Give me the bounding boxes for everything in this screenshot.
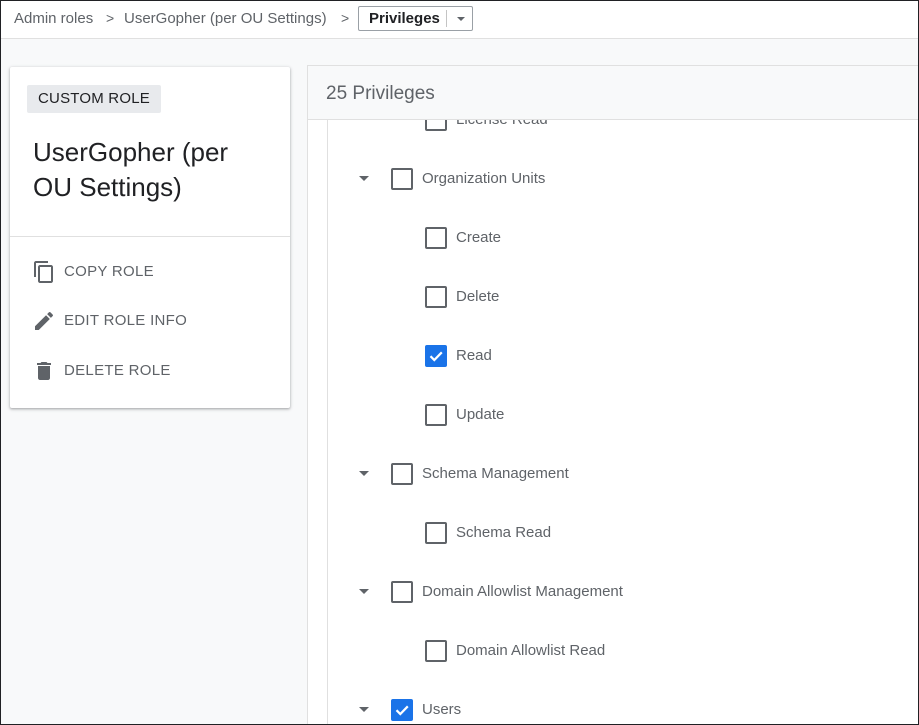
copy-role-button[interactable]: COPY ROLE <box>32 257 272 287</box>
privileges-count: 25 Privileges <box>326 83 435 104</box>
privilege-checkbox[interactable] <box>391 581 413 603</box>
delete-role-button[interactable]: DELETE ROLE <box>32 356 272 386</box>
privilege-label: Delete <box>456 288 500 305</box>
expand-caret-icon[interactable] <box>356 466 372 482</box>
privileges-header: 25 Privileges <box>308 66 918 120</box>
privilege-row: Schema Management <box>328 445 918 505</box>
role-card: CUSTOM ROLE UserGopher (per OU Settings)… <box>10 67 290 408</box>
edit-role-info-button[interactable]: EDIT ROLE INFO <box>32 306 272 336</box>
privilege-label: Create <box>456 229 502 246</box>
privilege-label: Organization Units <box>422 170 546 187</box>
dropdown-arrow-icon[interactable] <box>452 10 470 28</box>
privilege-checkbox[interactable] <box>425 227 447 249</box>
privilege-row: Create <box>328 209 918 269</box>
privilege-row: Delete <box>328 268 918 328</box>
breadcrumb-role-name[interactable]: UserGopher (per OU Settings) <box>124 10 327 27</box>
app-frame: Admin roles > UserGopher (per OU Setting… <box>0 0 919 725</box>
privilege-row: Update <box>328 386 918 446</box>
privilege-label: Schema Management <box>422 465 569 482</box>
check-icon <box>395 705 409 716</box>
privilege-row: Read <box>328 327 918 387</box>
privilege-checkbox[interactable] <box>391 168 413 190</box>
privilege-row: Organization Units <box>328 150 918 210</box>
privilege-row: License Read <box>328 120 918 151</box>
privilege-row: Schema Read <box>328 504 918 564</box>
privilege-checkbox[interactable] <box>391 699 413 721</box>
privilege-label: Domain Allowlist Read <box>456 642 606 659</box>
privilege-label: Update <box>456 406 505 423</box>
breadcrumb-admin-roles[interactable]: Admin roles <box>14 10 93 27</box>
role-title: UserGopher (per OU Settings) <box>33 137 229 202</box>
privilege-label: Read <box>456 347 492 364</box>
pencil-icon <box>35 311 54 330</box>
select-divider <box>446 10 447 27</box>
privileges-panel: 25 Privileges License Read Organization U… <box>307 65 918 724</box>
expand-caret-icon[interactable] <box>356 171 372 187</box>
privilege-checkbox[interactable] <box>425 345 447 367</box>
expand-caret-icon[interactable] <box>356 702 372 718</box>
privilege-checkbox[interactable] <box>391 463 413 485</box>
privilege-checkbox[interactable] <box>425 640 447 662</box>
privilege-label: License Read <box>456 120 548 128</box>
breadcrumb-separator: > <box>106 10 115 26</box>
privilege-label: Domain Allowlist Management <box>422 583 623 600</box>
privilege-checkbox[interactable] <box>425 120 447 131</box>
edit-role-info-label: EDIT ROLE INFO <box>64 312 188 329</box>
privilege-label: Schema Read <box>456 524 552 541</box>
delete-role-label: DELETE ROLE <box>64 362 171 379</box>
privilege-checkbox[interactable] <box>425 522 447 544</box>
privilege-row: Domain Allowlist Management <box>328 563 918 623</box>
copy-icon <box>34 261 53 283</box>
custom-role-badge: CUSTOM ROLE <box>27 85 161 113</box>
privilege-row: Domain Allowlist Read <box>328 622 918 682</box>
check-icon <box>429 351 443 362</box>
privilege-row: Users <box>328 681 918 724</box>
copy-role-label: COPY ROLE <box>64 263 154 280</box>
section-select[interactable]: Privileges <box>358 6 473 31</box>
expand-caret-icon[interactable] <box>356 584 372 600</box>
privilege-label: Users <box>422 701 462 718</box>
divider <box>10 236 290 237</box>
breadcrumb-separator: > <box>341 10 350 26</box>
breadcrumb: Admin roles > UserGopher (per OU Setting… <box>1 1 918 39</box>
privilege-checkbox[interactable] <box>425 286 447 308</box>
trash-icon <box>37 362 51 380</box>
privilege-checkbox[interactable] <box>425 404 447 426</box>
section-select-label: Privileges <box>369 10 440 27</box>
privileges-list[interactable]: License Read Organization Units Create Dele… <box>327 120 918 724</box>
